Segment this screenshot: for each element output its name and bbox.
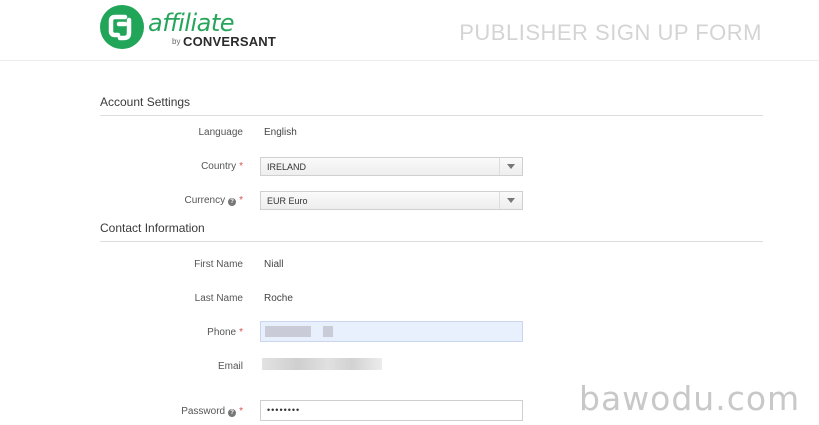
- page-header: affiliate by CONVERSANT PUBLISHER SIGN U…: [0, 0, 819, 61]
- first-name-label: First Name: [194, 259, 243, 270]
- language-label: Language: [198, 127, 244, 138]
- currency-label: Currency? *: [184, 195, 243, 206]
- chevron-down-icon[interactable]: [499, 192, 522, 209]
- phone-label: Phone *: [207, 327, 243, 338]
- currency-selected-value: EUR Euro: [267, 196, 308, 206]
- watermark-text: bawodu.com: [579, 379, 801, 418]
- required-marker: *: [239, 406, 243, 417]
- last-name-value: Roche: [264, 293, 293, 304]
- affiliate-logo-icon[interactable]: [100, 5, 144, 49]
- country-selected-value: IRELAND: [267, 162, 307, 172]
- required-marker: *: [239, 195, 243, 206]
- password-input[interactable]: ••••••••: [260, 400, 523, 421]
- email-label: Email: [217, 361, 243, 372]
- phone-input[interactable]: [260, 321, 523, 342]
- language-value: English: [264, 127, 297, 138]
- country-select[interactable]: IRELAND: [260, 157, 523, 176]
- redacted-email-value: [262, 358, 382, 370]
- password-label: Password? *: [181, 406, 243, 417]
- country-label: Country *: [201, 161, 243, 172]
- account-settings-heading: Account Settings: [100, 95, 763, 116]
- currency-select[interactable]: EUR Euro: [260, 191, 523, 210]
- logo-brand-text: CONVERSANT: [183, 34, 277, 49]
- logo-wordmark: affiliate: [148, 9, 235, 37]
- contact-information-heading: Contact Information: [100, 221, 763, 242]
- help-icon[interactable]: ?: [228, 198, 237, 206]
- logo-by-text: by: [172, 37, 181, 46]
- chevron-down-icon[interactable]: [499, 158, 522, 175]
- required-marker: *: [239, 161, 243, 172]
- help-icon[interactable]: ?: [228, 409, 237, 417]
- redacted-phone-value: [265, 326, 311, 337]
- last-name-label: Last Name: [194, 293, 243, 304]
- required-marker: *: [239, 327, 243, 338]
- first-name-value: Niall: [264, 259, 284, 270]
- page-title: PUBLISHER SIGN UP FORM: [459, 20, 762, 45]
- redacted-phone-value: [323, 326, 333, 337]
